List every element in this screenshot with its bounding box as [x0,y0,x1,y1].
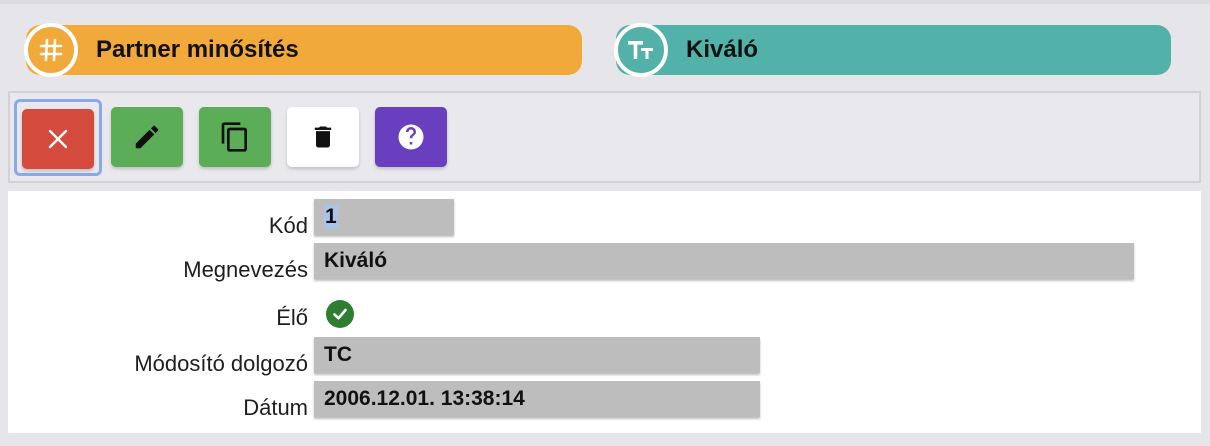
text-type-icon [614,23,668,77]
modifier-label: Módosító dolgozó [134,351,308,376]
help-icon [398,124,424,150]
delete-button[interactable] [287,107,359,167]
close-button[interactable] [22,109,94,169]
date-value: 2006.12.01. 13:38:14 [324,387,525,410]
copy-icon [221,122,247,152]
copy-button[interactable] [199,107,271,167]
close-icon [48,129,68,149]
name-value: Kiváló [324,249,388,272]
code-field[interactable]: 1 [314,199,454,235]
name-field[interactable]: Kiváló [314,243,1134,279]
bottom-border [0,436,1210,446]
name-label: Megnevezés [183,257,308,282]
code-value: 1 [324,205,338,229]
modifier-row: Módosító dolgozó TC [8,337,1201,377]
modifier-field[interactable]: TC [314,337,760,373]
date-field[interactable]: 2006.12.01. 13:38:14 [314,381,760,417]
date-row: Dátum 2006.12.01. 13:38:14 [8,381,1201,421]
toolbar [8,91,1201,183]
active-label: Élő [276,305,308,330]
code-row: Kód 1 [8,199,1201,239]
date-label: Dátum [243,395,308,420]
active-row: Élő [8,291,1201,331]
code-label: Kód [268,213,308,238]
pencil-icon [135,125,159,149]
name-row: Megnevezés Kiváló [8,243,1201,283]
edit-button[interactable] [111,107,183,167]
entity-title-pill: Partner minősítés [24,23,582,77]
hash-icon [24,23,78,77]
entity-title: Partner minősítés [96,36,299,63]
modifier-value: TC [324,343,352,366]
top-border [0,0,1210,4]
check-circle-icon[interactable] [326,300,354,328]
record-title: Kiváló [686,36,759,63]
help-button[interactable] [375,107,447,167]
detail-form: Kód 1 Megnevezés Kiváló Élő Módosító dol… [8,191,1201,433]
trash-icon [314,126,332,148]
record-title-pill: Kiváló [614,23,1171,77]
